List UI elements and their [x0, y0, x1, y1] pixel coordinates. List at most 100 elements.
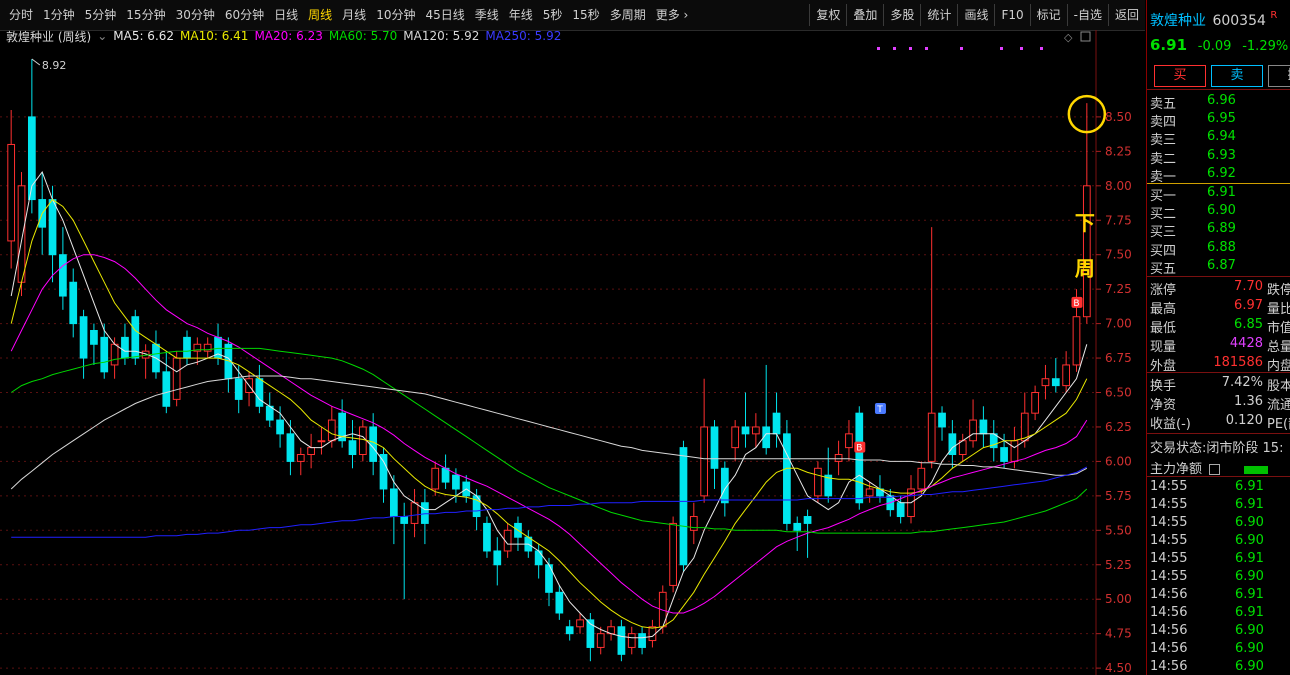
current-price: 6.91: [1150, 36, 1188, 54]
period-tab[interactable]: 5秒: [538, 0, 568, 30]
candle-body: [1041, 378, 1050, 387]
tick-price: 6.90: [1235, 659, 1264, 674]
candle-body: [638, 633, 646, 648]
period-tab[interactable]: 日线: [269, 0, 303, 30]
tick-time: 14:55: [1150, 569, 1188, 584]
candle-body: [617, 626, 626, 655]
y-tick-label: 6.25: [1105, 420, 1132, 434]
period-tab[interactable]: 多周期: [605, 0, 651, 30]
candle-body: [358, 426, 367, 456]
ask-price[interactable]: 6.95: [1207, 111, 1236, 126]
y-tick-label: 5.25: [1105, 558, 1132, 572]
tool-button[interactable]: 标记: [1029, 4, 1067, 26]
candle-body: [431, 467, 440, 490]
period-tab[interactable]: 60分钟: [220, 0, 269, 30]
candle-body: [1072, 316, 1081, 366]
candle-body: [400, 516, 409, 524]
candle-body: [1062, 364, 1071, 387]
candle-body: [493, 550, 502, 566]
main-flow-label: 主力净额: [1150, 462, 1203, 477]
candle-body: [814, 467, 822, 497]
period-tab[interactable]: 30分钟: [171, 0, 220, 30]
tool-button[interactable]: 统计: [920, 4, 957, 26]
ask-price[interactable]: 6.92: [1207, 166, 1236, 181]
ask-price[interactable]: 6.93: [1207, 148, 1236, 163]
candle-body: [896, 502, 905, 518]
tick-time: 14:55: [1150, 479, 1188, 494]
candle-body: [276, 419, 284, 435]
period-tab[interactable]: 1分钟: [38, 0, 80, 30]
period-tab[interactable]: 更多 ›: [651, 0, 694, 30]
chart-tools: 复权 叠加 多股 统计 画线 F10 标记 -自选 返回: [809, 0, 1145, 30]
buy-button[interactable]: 买: [1154, 65, 1206, 87]
y-tick-label: 5.50: [1105, 523, 1132, 537]
layout-icon: [1080, 31, 1091, 42]
info-label: 最低: [1150, 321, 1177, 336]
bid-price[interactable]: 6.88: [1207, 240, 1236, 255]
tool-button[interactable]: 叠加: [846, 4, 883, 26]
tick-price: 6.91: [1235, 605, 1264, 620]
tool-button[interactable]: F10: [994, 4, 1029, 26]
candle-body: [1051, 378, 1060, 387]
candle-body: [969, 419, 977, 442]
candle-body: [700, 426, 709, 497]
ask-price[interactable]: 6.96: [1207, 93, 1236, 108]
period-tab[interactable]: 10分钟: [371, 0, 420, 30]
tool-button[interactable]: 返回: [1107, 4, 1145, 26]
tool-button[interactable]: 多股: [883, 4, 920, 26]
candle-body: [327, 419, 336, 442]
candle-body: [834, 454, 843, 462]
y-tick-label: 8.00: [1105, 179, 1132, 193]
candle-body: [1010, 440, 1019, 462]
candle-body: [421, 502, 429, 524]
signal-marker: B: [856, 444, 862, 454]
period-tab[interactable]: 15秒: [567, 0, 604, 30]
stock-header: 敦煌种业 600354 R: [1150, 10, 1277, 30]
candle-body: [317, 440, 326, 443]
signal-dot: [1040, 47, 1043, 50]
candle-body: [979, 419, 988, 435]
candlestick-chart[interactable]: 4.50 4.75 5.00 5.25 5.50 5.75 6.00 6.25 6.50 6.75…: [0, 30, 1145, 675]
signal-dot: [893, 47, 896, 50]
ask-label: 卖二: [1150, 151, 1177, 167]
bid-price[interactable]: 6.89: [1207, 221, 1236, 236]
candle-body: [803, 516, 812, 524]
stat-label2: PE(静: [1267, 417, 1290, 432]
period-tab[interactable]: 季线: [470, 0, 504, 30]
period-tab[interactable]: 年线: [504, 0, 538, 30]
candle-body: [100, 336, 109, 373]
signal-dot: [877, 47, 880, 50]
bid-price[interactable]: 6.87: [1207, 258, 1236, 273]
sell-button[interactable]: 卖: [1211, 65, 1263, 87]
tool-button[interactable]: 画线: [957, 4, 994, 26]
period-tab[interactable]: 月线: [337, 0, 371, 30]
candle-body: [865, 488, 874, 497]
period-tab[interactable]: 5分钟: [80, 0, 122, 30]
signal-marker: T: [876, 405, 883, 415]
ask-label: 卖五: [1150, 97, 1177, 112]
y-tick-label: 5.00: [1105, 592, 1132, 606]
bid-price[interactable]: 6.90: [1207, 203, 1236, 218]
tool-button[interactable]: 复权: [809, 4, 846, 26]
period-tab[interactable]: 45日线: [420, 0, 469, 30]
period-tab[interactable]: 分时: [4, 0, 38, 30]
candle-body: [731, 426, 740, 449]
tick-price: 6.91: [1235, 587, 1264, 602]
period-tab[interactable]: 周线: [303, 0, 337, 30]
ask-price[interactable]: 6.94: [1207, 129, 1236, 144]
candle-body: [1000, 447, 1008, 462]
candle-body: [710, 426, 719, 469]
r-badge: R: [1270, 10, 1278, 21]
tick-time: 14:55: [1150, 533, 1188, 548]
bid-price[interactable]: 6.91: [1207, 185, 1236, 200]
period-tab[interactable]: 15分钟: [121, 0, 170, 30]
y-tick-label: 7.00: [1105, 317, 1132, 331]
list-icon[interactable]: [1209, 464, 1221, 475]
tool-button[interactable]: -自选: [1066, 4, 1108, 26]
divider: [1147, 372, 1290, 373]
ask-label: 卖三: [1150, 133, 1177, 149]
candle-body: [389, 488, 398, 518]
cancel-order-button[interactable]: 撤: [1268, 65, 1290, 87]
y-tick-label: 8.25: [1105, 144, 1132, 158]
tick-time: 14:56: [1150, 587, 1188, 602]
